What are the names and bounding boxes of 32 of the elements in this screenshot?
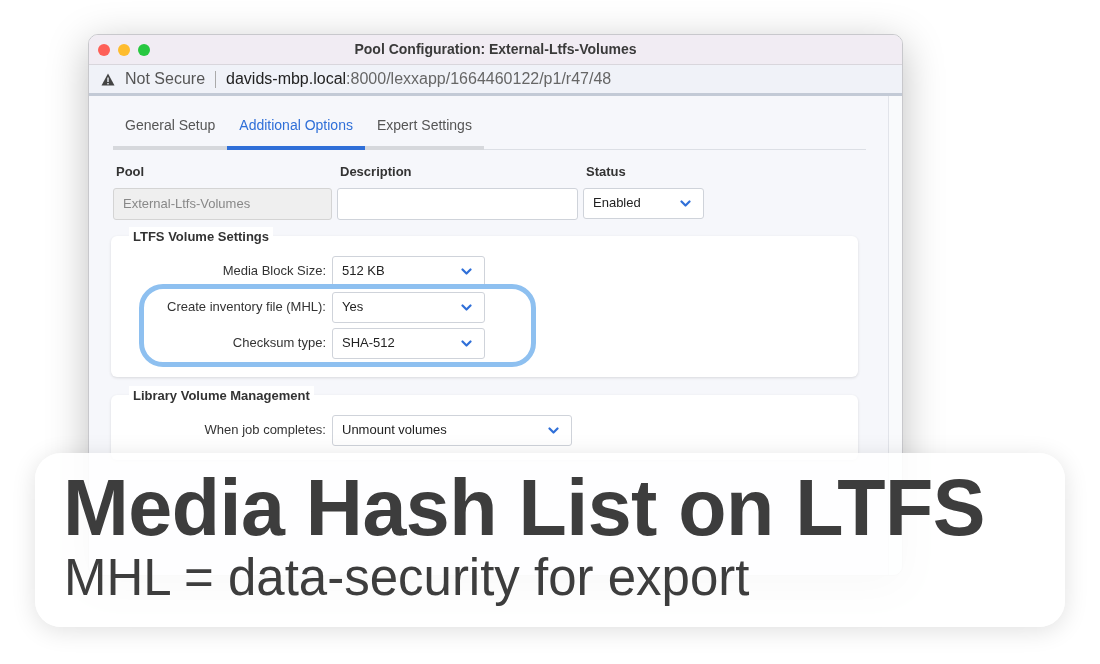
setting-label: Checksum type:: [231, 334, 327, 353]
window-title: Pool Configuration: External-Ltfs-Volumes: [354, 40, 637, 59]
section-title: Library Volume Management: [129, 385, 314, 405]
text-field[interactable]: [337, 187, 578, 220]
zoom-window-icon[interactable]: [138, 43, 150, 56]
headline: Media Hash List on LTFS: [63, 467, 985, 549]
minimize-window-icon[interactable]: [118, 43, 130, 56]
warning-icon: [101, 72, 115, 86]
security-label: Not Secure: [125, 69, 206, 89]
subtitle: MHL = data-security for export: [64, 549, 750, 607]
setting-label: Create inventory file (MHL):: [166, 298, 327, 317]
tab[interactable]: Expert Settings: [364, 111, 484, 150]
dropdown[interactable]: Enabled: [583, 187, 704, 219]
section-title: LTFS Volume Settings: [129, 226, 274, 246]
chevron-down-icon: [461, 267, 472, 275]
tab[interactable]: General Setup: [113, 111, 228, 150]
close-window-icon[interactable]: [98, 43, 110, 56]
setting-label: Media Block Size:: [221, 262, 327, 281]
chevron-down-icon: [680, 199, 691, 207]
chevron-down-icon: [461, 339, 472, 347]
url-text[interactable]: davids-mbp.local:8000/lexxapp/1664460122/p1/r47/48: [226, 67, 612, 91]
dropdown[interactable]: Unmount volumes: [332, 414, 572, 446]
dropdown[interactable]: 512 KB: [332, 255, 485, 287]
chevron-down-icon: [461, 303, 472, 311]
field-label: Status: [585, 163, 627, 181]
dropdown[interactable]: Yes: [332, 291, 485, 323]
dropdown[interactable]: SHA-512: [332, 327, 485, 359]
field-label: Description: [339, 163, 413, 181]
chevron-down-icon: [548, 426, 559, 434]
setting-label: When job completes:: [203, 421, 327, 440]
field-label: Pool: [115, 163, 146, 181]
tab[interactable]: Additional Options: [227, 111, 365, 150]
